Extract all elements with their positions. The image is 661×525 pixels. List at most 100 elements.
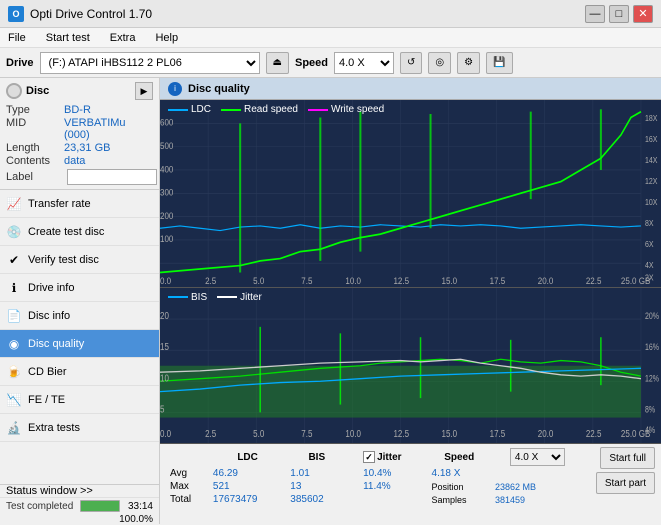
main-content: Disc ▶ Type BD-R MID VERBATIMu (000) Len… xyxy=(0,78,661,524)
disc-change-button[interactable]: ▶ xyxy=(135,82,153,100)
svg-text:16X: 16X xyxy=(645,134,657,144)
svg-text:4%: 4% xyxy=(645,425,655,435)
svg-text:5.0: 5.0 xyxy=(253,276,264,287)
progress-bar-container xyxy=(80,500,120,512)
total-bis: 385602 xyxy=(286,493,347,506)
menu-start-test[interactable]: Start test xyxy=(42,28,94,48)
disc-icon xyxy=(6,83,22,99)
nav-transfer-rate[interactable]: 📈 Transfer rate xyxy=(0,190,159,218)
nav-transfer-rate-label: Transfer rate xyxy=(28,198,91,210)
drive-label: Drive xyxy=(6,57,34,69)
extra-tests-icon: 🔬 xyxy=(6,420,22,436)
menu-help[interactable]: Help xyxy=(151,28,182,48)
mid-label: MID xyxy=(6,117,64,141)
svg-text:600: 600 xyxy=(160,117,174,128)
speed-label-stat: 4.18 X xyxy=(428,467,491,480)
nav-verify-test-disc[interactable]: ✔ Verify test disc xyxy=(0,246,159,274)
contents-label: Contents xyxy=(6,155,64,167)
svg-text:20.0: 20.0 xyxy=(538,276,554,287)
svg-text:10X: 10X xyxy=(645,197,657,207)
speed-select[interactable]: 4.0 X xyxy=(334,52,394,74)
nav-extra-tests-label: Extra tests xyxy=(28,422,80,434)
disc-section: Disc ▶ Type BD-R MID VERBATIMu (000) Len… xyxy=(0,78,159,190)
status-window-button[interactable]: Status window >> xyxy=(0,485,159,498)
drive-bar: Drive (F:) ATAPI iHBS112 2 PL06 ⏏ Speed … xyxy=(0,48,661,78)
nav-cd-bier[interactable]: 🍺 CD Bier xyxy=(0,358,159,386)
avg-ldc: 46.29 xyxy=(209,467,286,480)
svg-text:20.0: 20.0 xyxy=(538,428,554,439)
svg-text:0.0: 0.0 xyxy=(160,276,171,287)
eject-button[interactable]: ⏏ xyxy=(266,52,289,74)
svg-text:16%: 16% xyxy=(645,342,659,352)
disc-quality-icon: ◉ xyxy=(6,336,22,352)
close-button[interactable]: ✕ xyxy=(633,5,653,23)
menu-extra[interactable]: Extra xyxy=(106,28,140,48)
window-controls: — □ ✕ xyxy=(585,5,653,23)
maximize-button[interactable]: □ xyxy=(609,5,629,23)
length-value: 23,31 GB xyxy=(64,142,110,154)
menu-file[interactable]: File xyxy=(4,28,30,48)
nav-disc-quality-label: Disc quality xyxy=(28,338,84,350)
nav-disc-info[interactable]: 📄 Disc info xyxy=(0,302,159,330)
samples-val: 381459 xyxy=(491,493,584,506)
minimize-button[interactable]: — xyxy=(585,5,605,23)
right-panel: i Disc quality LDC Read speed Write spee… xyxy=(160,78,661,524)
drive-select[interactable]: (F:) ATAPI iHBS112 2 PL06 xyxy=(40,52,260,74)
status-window-label: Status window >> xyxy=(6,485,93,497)
settings-button[interactable]: ⚙ xyxy=(457,52,480,74)
position-val: 23862 MB xyxy=(491,480,584,493)
legend-jitter-label: Jitter xyxy=(240,292,262,303)
chart-header: i Disc quality xyxy=(160,78,661,100)
title-bar: O Opti Drive Control 1.70 — □ ✕ xyxy=(0,0,661,28)
chart1-legend: LDC Read speed Write speed xyxy=(168,104,384,115)
max-ldc: 521 xyxy=(209,480,286,493)
legend-write-speed: Write speed xyxy=(308,104,384,115)
right-stats-buttons: Start full Start part xyxy=(590,444,661,524)
nav-fe-te[interactable]: 📉 FE / TE xyxy=(0,386,159,414)
nav-drive-info[interactable]: ℹ Drive info xyxy=(0,274,159,302)
legend-read-speed: Read speed xyxy=(221,104,298,115)
speed-mini-select[interactable]: 4.0 X xyxy=(510,448,565,466)
svg-text:10.0: 10.0 xyxy=(345,428,361,439)
verify-test-disc-icon: ✔ xyxy=(6,252,22,268)
col-header-empty xyxy=(166,447,209,467)
svg-text:12.5: 12.5 xyxy=(393,428,409,439)
nav-extra-tests[interactable]: 🔬 Extra tests xyxy=(0,414,159,442)
svg-text:15: 15 xyxy=(160,341,169,352)
svg-text:7.5: 7.5 xyxy=(301,428,312,439)
avg-label: Avg xyxy=(166,467,209,480)
svg-text:22.5: 22.5 xyxy=(586,428,602,439)
col-header-speed-dropdown: 4.0 X xyxy=(491,447,584,467)
svg-text:10.0: 10.0 xyxy=(345,276,361,287)
progress-percent: 100.0% xyxy=(119,514,153,525)
svg-text:15.0: 15.0 xyxy=(442,276,458,287)
svg-text:15.0: 15.0 xyxy=(442,428,458,439)
legend-ldc-label: LDC xyxy=(191,104,211,115)
jitter-checkbox[interactable]: ✓ xyxy=(363,451,375,463)
max-label: Max xyxy=(166,480,209,493)
progress-row: Test completed 33:14 xyxy=(0,498,159,514)
menu-bar: File Start test Extra Help xyxy=(0,28,661,48)
disc-button[interactable]: ◎ xyxy=(428,52,451,74)
save-button[interactable]: 💾 xyxy=(486,52,512,74)
nav-create-test-disc[interactable]: 💿 Create test disc xyxy=(0,218,159,246)
col-header-jitter: ✓ Jitter xyxy=(359,447,427,467)
svg-text:500: 500 xyxy=(160,140,174,151)
chart-header-icon: i xyxy=(168,82,182,96)
start-part-button[interactable]: Start part xyxy=(596,472,655,494)
label-input[interactable] xyxy=(67,169,157,185)
svg-text:20: 20 xyxy=(160,310,169,321)
avg-bis: 1.01 xyxy=(286,467,347,480)
samples-label: Samples xyxy=(428,493,491,506)
svg-text:17.5: 17.5 xyxy=(490,276,506,287)
svg-text:5: 5 xyxy=(160,403,164,414)
nav-drive-info-label: Drive info xyxy=(28,282,74,294)
write-speed-color xyxy=(308,109,328,111)
left-panel: Disc ▶ Type BD-R MID VERBATIMu (000) Len… xyxy=(0,78,160,524)
refresh-button[interactable]: ↺ xyxy=(400,52,422,74)
svg-text:4X: 4X xyxy=(645,260,654,270)
progress-bar xyxy=(81,501,119,511)
svg-text:2.5: 2.5 xyxy=(205,276,216,287)
start-full-button[interactable]: Start full xyxy=(600,447,655,469)
nav-disc-quality[interactable]: ◉ Disc quality xyxy=(0,330,159,358)
